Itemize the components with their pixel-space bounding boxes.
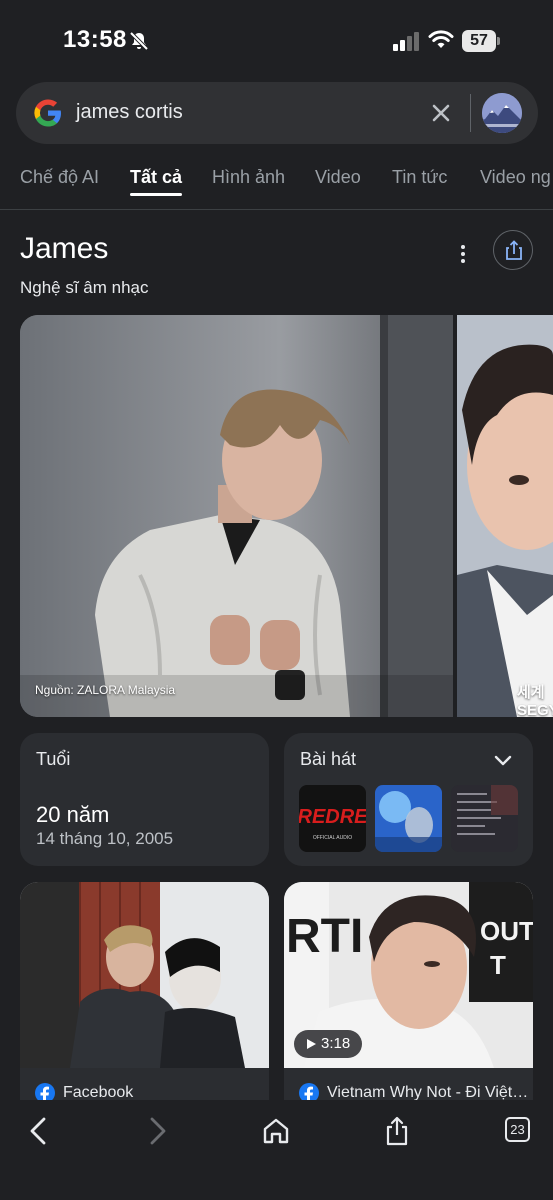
song-thumbnail-2[interactable] bbox=[375, 785, 442, 852]
songs-card[interactable]: Bài hát REDRE OFFICIAL AUDIO bbox=[284, 733, 533, 866]
forward-arrow-icon[interactable] bbox=[140, 1114, 174, 1148]
signal-icon bbox=[393, 31, 421, 56]
age-card[interactable]: Tuổi 20 năm 14 tháng 10, 2005 bbox=[20, 733, 269, 866]
entity-main-photo[interactable]: Nguồn: ZALORA Malaysia bbox=[20, 315, 453, 717]
search-bar[interactable]: james cortis bbox=[16, 82, 538, 144]
chevron-down-icon[interactable] bbox=[494, 754, 512, 772]
home-icon[interactable] bbox=[259, 1114, 293, 1148]
tab-all[interactable]: Tất cả bbox=[130, 167, 182, 188]
back-arrow-icon[interactable] bbox=[22, 1114, 56, 1148]
songs-label: Bài hát bbox=[300, 749, 357, 769]
entity-subtitle: Nghệ sĩ âm nhạc bbox=[20, 278, 149, 297]
svg-text:RTI: RTI bbox=[286, 910, 363, 963]
share-icon bbox=[506, 240, 522, 260]
tab-short-video[interactable]: Video ng bbox=[480, 167, 551, 188]
video-duration: 3:18 bbox=[321, 1035, 351, 1052]
google-logo-icon bbox=[32, 97, 64, 134]
tab-video[interactable]: Video bbox=[315, 167, 361, 188]
svg-text:T: T bbox=[490, 950, 506, 980]
svg-text:OFFICIAL AUDIO: OFFICIAL AUDIO bbox=[313, 835, 352, 841]
svg-text:OUT: OUT bbox=[480, 916, 533, 946]
bell-off-icon bbox=[128, 30, 150, 57]
search-divider bbox=[470, 94, 471, 132]
share-icon[interactable] bbox=[380, 1114, 414, 1148]
search-input[interactable]: james cortis bbox=[76, 101, 183, 124]
clear-search-icon[interactable] bbox=[430, 102, 452, 124]
account-avatar[interactable] bbox=[482, 93, 522, 133]
svg-text:REDRE: REDRE bbox=[299, 806, 366, 828]
tab-images[interactable]: Hình ảnh bbox=[212, 167, 285, 188]
share-button[interactable] bbox=[493, 230, 533, 270]
image-watermark: 세계SEGY bbox=[517, 684, 553, 717]
wifi-icon bbox=[428, 28, 454, 55]
birthdate: 14 tháng 10, 2005 bbox=[36, 829, 174, 848]
song-thumbnail-1[interactable]: REDRE OFFICIAL AUDIO bbox=[299, 785, 366, 852]
tab-ai-mode[interactable]: Chế độ AI bbox=[20, 167, 99, 188]
entity-second-photo[interactable]: 세계SEGY bbox=[457, 315, 553, 717]
status-time: 13:58 bbox=[63, 26, 127, 53]
tab-count: 23 bbox=[510, 1122, 525, 1137]
active-tab-indicator bbox=[130, 193, 182, 196]
battery-level: 57 bbox=[470, 32, 488, 49]
play-icon bbox=[307, 1039, 316, 1049]
tab-switcher-button[interactable]: 23 bbox=[505, 1117, 530, 1142]
google-search-screen: 13:58 57 james cortis Chế độ AI Tất cả H… bbox=[0, 0, 553, 1200]
result-card-facebook[interactable]: Facebook bbox=[20, 882, 269, 1102]
result-card-video[interactable]: RTI OUT T 3:18 Vietnam Why Not - Đi Việt… bbox=[284, 882, 533, 1102]
age-label: Tuổi bbox=[36, 749, 71, 769]
tab-news[interactable]: Tin tức bbox=[392, 167, 447, 188]
video-duration-badge: 3:18 bbox=[294, 1030, 362, 1058]
search-tabs: Chế độ AI Tất cả Hình ảnh Video Tin tức … bbox=[0, 158, 553, 210]
browser-toolbar: 23 bbox=[0, 1100, 553, 1200]
image-source-caption: Nguồn: ZALORA Malaysia bbox=[35, 683, 176, 697]
age-value: 20 năm bbox=[36, 802, 110, 827]
battery-indicator: 57 bbox=[462, 30, 500, 52]
song-thumbnail-3[interactable] bbox=[451, 785, 518, 852]
result-thumbnail bbox=[20, 882, 269, 1068]
status-bar: 13:58 57 bbox=[0, 0, 553, 80]
entity-title: James bbox=[20, 232, 109, 265]
more-options-icon[interactable] bbox=[458, 243, 468, 265]
